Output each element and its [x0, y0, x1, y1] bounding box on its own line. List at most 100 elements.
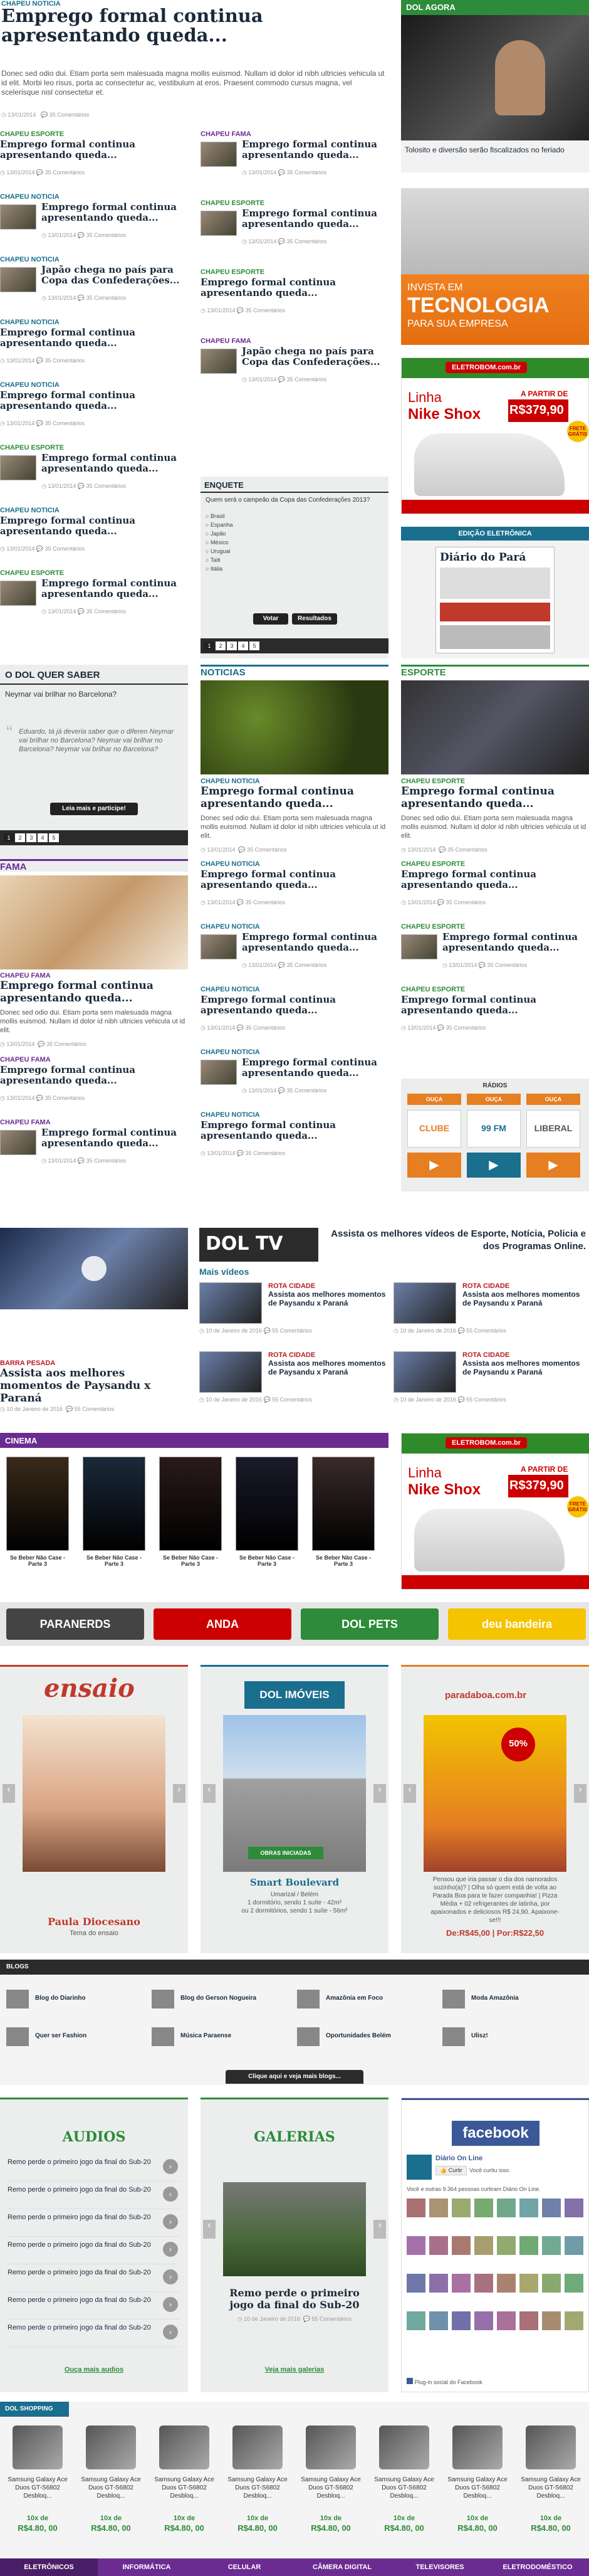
audio-title[interactable]: Remo perde o primeiro jogo da final do S…	[8, 2185, 152, 2194]
pager-page[interactable]: 4	[238, 641, 248, 650]
news-category[interactable]: CHAPEU ESPORTE	[0, 444, 64, 451]
play-icon[interactable]: ▶	[526, 1153, 580, 1178]
product-name[interactable]: Samsung Galaxy Ace Duos GT-S6802 Desbloq…	[517, 2476, 585, 2500]
product-name[interactable]: Samsung Galaxy Ace Duos GT-S6802 Desbloq…	[4, 2476, 71, 2500]
film-poster[interactable]	[83, 1457, 145, 1551]
news-title[interactable]: Japão chega no país para Copa das Confed…	[242, 346, 388, 367]
next-arrow-icon[interactable]: ›	[173, 1784, 185, 1803]
fama-feature-category[interactable]: CHAPEU FAMA	[0, 972, 51, 979]
news-title[interactable]: Emprego formal continua apresentando que…	[0, 1065, 188, 1086]
next-arrow-icon[interactable]: ›	[373, 2220, 386, 2239]
news-category[interactable]: CHAPEU ESPORTE	[401, 986, 465, 993]
blog-link[interactable]: Blog do Diarinho	[6, 1987, 144, 2012]
audio-item[interactable]: Remo perde o primeiro jogo da final do S…	[8, 2292, 180, 2320]
audio-title[interactable]: Remo perde o primeiro jogo da final do S…	[8, 2268, 152, 2277]
news-title[interactable]: Emprego formal continua apresentando que…	[242, 208, 388, 230]
fan-avatar[interactable]	[542, 2199, 561, 2217]
footer-tab[interactable]: CÂMERA DIGITAL	[293, 2558, 391, 2576]
fan-avatar[interactable]	[519, 2274, 538, 2293]
product-image[interactable]	[232, 2426, 283, 2469]
video-title[interactable]: Assista aos melhores momentos de Paysand…	[462, 1290, 581, 1307]
fan-avatar[interactable]	[474, 2274, 493, 2293]
news-category[interactable]: CHAPEU NOTICIA	[201, 860, 260, 868]
blog-name[interactable]: Blog do Diarinho	[35, 1995, 86, 2002]
audio-title[interactable]: Remo perde o primeiro jogo da final do S…	[8, 2213, 152, 2222]
dol-agora-caption[interactable]: Tolosito e diversão serão fiscalizados n…	[405, 145, 583, 154]
footer-tab[interactable]: INFORMÁTICA	[98, 2558, 195, 2576]
fama-feature-title[interactable]: Emprego formal continua apresentando que…	[0, 979, 188, 1005]
play-icon[interactable]: ›	[163, 2159, 178, 2174]
news-category[interactable]: CHAPEU NOTICIA	[201, 1048, 260, 1056]
blog-name[interactable]: Moda Amazônia	[471, 1995, 519, 2002]
fan-avatar[interactable]	[429, 2274, 448, 2293]
news-title[interactable]: Emprego formal continua apresentando que…	[401, 995, 589, 1016]
product-card[interactable]: Samsung Galaxy Ace Duos GT-S6802 Desbloq…	[444, 2423, 511, 2555]
gallery-photo[interactable]	[223, 2182, 366, 2276]
blog-link[interactable]: Amazônia em Foco	[297, 1987, 435, 2012]
news-category[interactable]: CHAPEU FAMA	[201, 130, 251, 138]
fb-like-button[interactable]: 👍 Curtir	[435, 2166, 467, 2175]
partner-banner[interactable]: ANDA	[154, 1608, 291, 1640]
news-item[interactable]: CHAPEU NOTICIA Japão chega no país para C…	[0, 256, 188, 312]
video-title[interactable]: Assista aos melhores momentos de Paysand…	[462, 1359, 581, 1376]
blog-name[interactable]: Música Paraense	[180, 2032, 231, 2039]
pager-page[interactable]: 5	[49, 833, 59, 842]
fan-avatar[interactable]	[429, 2236, 448, 2255]
fan-avatar[interactable]	[407, 2236, 425, 2255]
product-card[interactable]: Samsung Galaxy Ace Duos GT-S6802 Desbloq…	[150, 2423, 218, 2555]
news-title[interactable]: Emprego formal continua apresentando que…	[41, 578, 188, 599]
fan-avatar[interactable]	[429, 2199, 448, 2217]
esporte-feature-image[interactable]	[401, 680, 589, 774]
fan-avatar[interactable]	[519, 2199, 538, 2217]
news-item[interactable]: CHAPEU ESPORTE Emprego formal continua ap…	[0, 130, 188, 187]
fan-avatar[interactable]	[542, 2311, 561, 2330]
product-image[interactable]	[526, 2426, 576, 2469]
fan-avatar[interactable]	[429, 2311, 448, 2330]
play-icon[interactable]: ›	[163, 2214, 178, 2229]
poll-option[interactable]: ○ Uruguai	[206, 548, 232, 557]
product-name[interactable]: Samsung Galaxy Ace Duos GT-S6802 Desbloq…	[77, 2476, 145, 2500]
video-title[interactable]: Assista aos melhores momentos de Paysand…	[268, 1359, 387, 1376]
pager-page[interactable]: 1	[204, 641, 214, 650]
ensaio-photo[interactable]	[23, 1715, 165, 1872]
gallery-title[interactable]: Remo perde o primeiro jogo da final do S…	[219, 2287, 370, 2311]
product-name[interactable]: Samsung Galaxy Ace Duos GT-S6802 Desbloq…	[150, 2476, 218, 2500]
video-item[interactable]: ROTA CIDADE Assista aos melhores momentos…	[199, 1282, 387, 1345]
fan-avatar[interactable]	[474, 2311, 493, 2330]
news-title[interactable]: Emprego formal continua apresentando que…	[242, 139, 388, 161]
video-thumbnail[interactable]	[394, 1351, 456, 1393]
more-galleries-link[interactable]: Veja mais galerias	[201, 2366, 388, 2373]
audio-item[interactable]: Remo perde o primeiro jogo da final do S…	[8, 2182, 180, 2209]
news-title[interactable]: Emprego formal continua apresentando que…	[0, 515, 188, 537]
news-item[interactable]: CHAPEU NOTICIA Emprego formal continua ap…	[201, 1111, 388, 1168]
news-item[interactable]: CHAPEU ESPORTE Emprego formal continua ap…	[401, 860, 589, 917]
doltv-logo[interactable]: DOL TV	[199, 1228, 318, 1262]
footer-tab[interactable]: TELEVISORES	[391, 2558, 489, 2576]
poll-option[interactable]: ○ Taiti	[206, 557, 232, 566]
news-thumbnail[interactable]	[0, 204, 36, 230]
product-card[interactable]: Samsung Galaxy Ace Duos GT-S6802 Desbloq…	[370, 2423, 438, 2555]
prev-arrow-icon[interactable]: ‹	[404, 1784, 416, 1803]
play-icon[interactable]: ›	[163, 2187, 178, 2202]
next-arrow-icon[interactable]: ›	[574, 1784, 586, 1803]
pager-page[interactable]: 4	[38, 833, 48, 842]
audio-item[interactable]: Remo perde o primeiro jogo da final do S…	[8, 2264, 180, 2292]
news-category[interactable]: CHAPEU NOTICIA	[0, 507, 60, 514]
fan-avatar[interactable]	[542, 2274, 561, 2293]
news-title[interactable]: Emprego formal continua apresentando que…	[41, 453, 188, 474]
video-thumbnail[interactable]	[394, 1282, 456, 1324]
prev-arrow-icon[interactable]: ‹	[203, 1784, 216, 1803]
film-title[interactable]: Se Beber Não Case - Parte 3	[6, 1555, 69, 1567]
video-item[interactable]: ROTA CIDADE Assista aos melhores momentos…	[394, 1282, 581, 1345]
news-category[interactable]: CHAPEU NOTICIA	[0, 319, 60, 326]
fama-feature-image[interactable]	[0, 875, 188, 969]
news-title[interactable]: Emprego formal continua apresentando que…	[201, 995, 388, 1016]
dol-agora-image[interactable]	[401, 15, 589, 140]
fan-avatar[interactable]	[497, 2236, 516, 2255]
video-category[interactable]: ROTA CIDADE	[462, 1282, 509, 1290]
ad-shoes-2[interactable]: ELETROBOM.com.br Linha Nike Shox A PARTI…	[401, 1433, 589, 1590]
news-item[interactable]: CHAPEU NOTICIA Emprego formal continua ap…	[201, 1048, 388, 1105]
news-thumbnail[interactable]	[0, 1130, 36, 1155]
news-thumbnail[interactable]	[201, 1060, 237, 1085]
fan-avatar[interactable]	[452, 2311, 471, 2330]
